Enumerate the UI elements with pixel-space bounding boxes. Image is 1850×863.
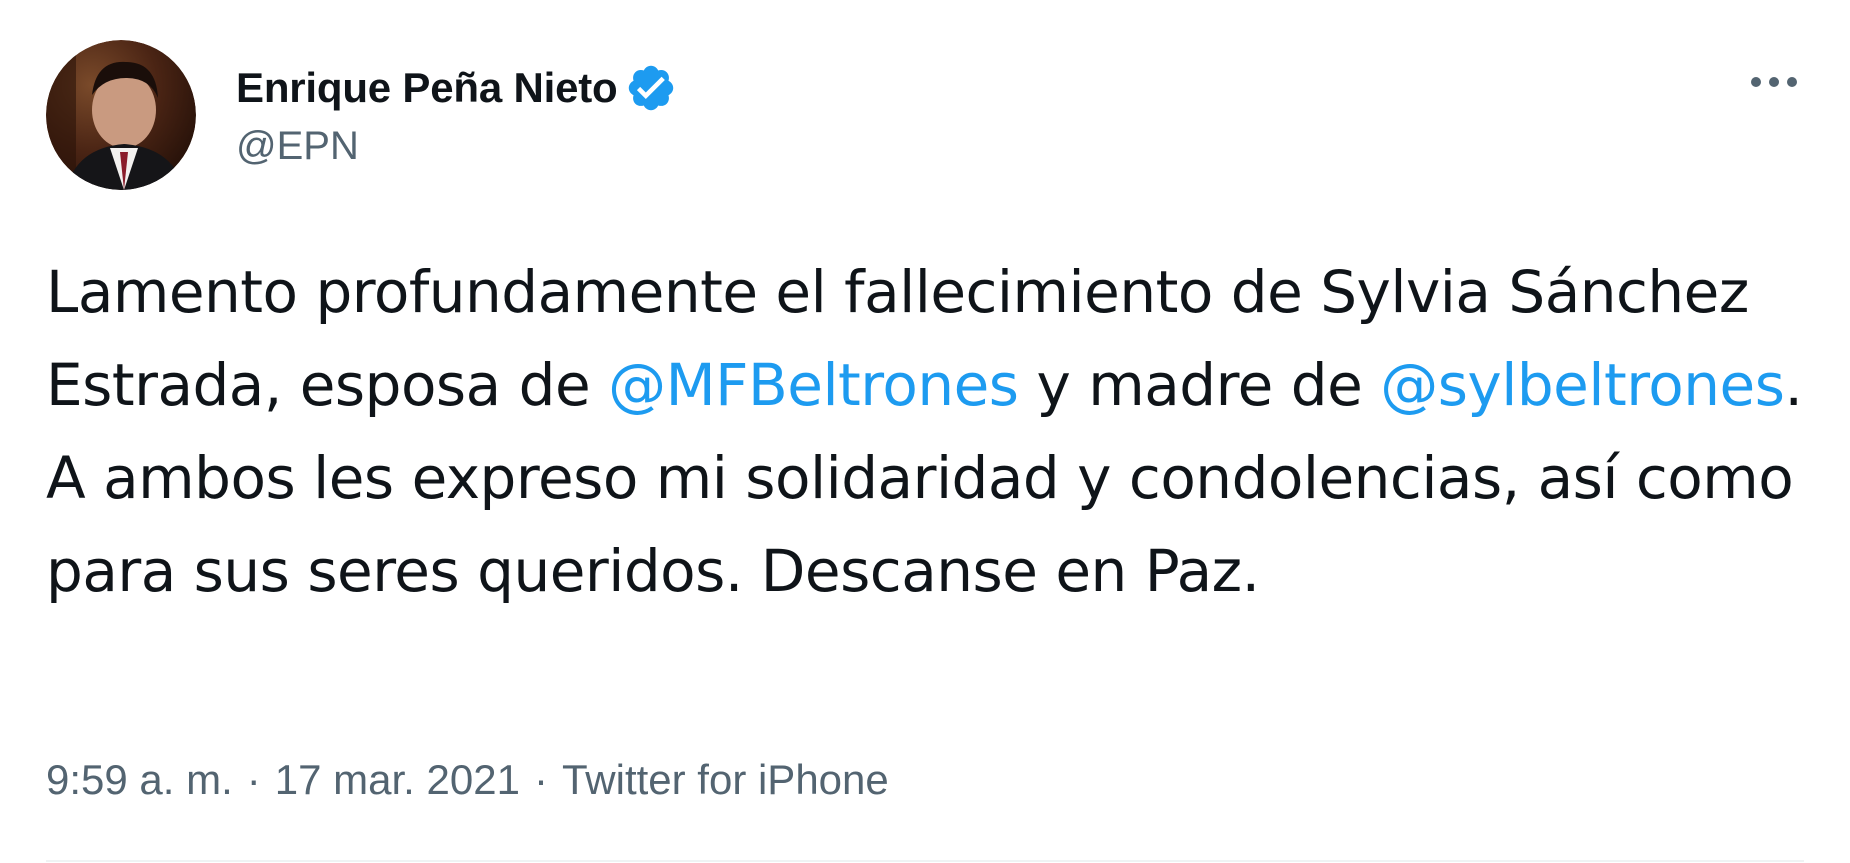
more-options-icon[interactable]: [1744, 60, 1804, 104]
tweet-source[interactable]: Twitter for iPhone: [562, 756, 889, 804]
author-display-name[interactable]: Enrique Peña Nieto: [236, 64, 618, 112]
tweet-header: Enrique Peña Nieto @EPN: [46, 40, 677, 190]
tweet-meta: 9:59 a. m. · 17 mar. 2021 · Twitter for …: [46, 756, 889, 804]
meta-separator: ·: [246, 756, 261, 803]
author-name-row: Enrique Peña Nieto: [236, 60, 677, 116]
tweet: Enrique Peña Nieto @EPN Lamento profunda…: [0, 0, 1850, 863]
tweet-time[interactable]: 9:59 a. m.: [46, 756, 233, 804]
divider: [46, 860, 1804, 862]
mention-link[interactable]: @MFBeltrones: [608, 351, 1019, 419]
tweet-date[interactable]: 17 mar. 2021: [275, 756, 520, 804]
meta-separator: ·: [533, 756, 548, 803]
author-handle[interactable]: @EPN: [236, 124, 677, 169]
verified-badge-icon: [629, 65, 674, 111]
avatar[interactable]: [46, 40, 196, 190]
mention-link[interactable]: @sylbeltrones: [1380, 351, 1785, 419]
tweet-text-segment: y madre de: [1018, 351, 1381, 419]
author-info: Enrique Peña Nieto @EPN: [236, 60, 677, 169]
tweet-text: Lamento profundamente el fallecimiento d…: [46, 246, 1816, 618]
